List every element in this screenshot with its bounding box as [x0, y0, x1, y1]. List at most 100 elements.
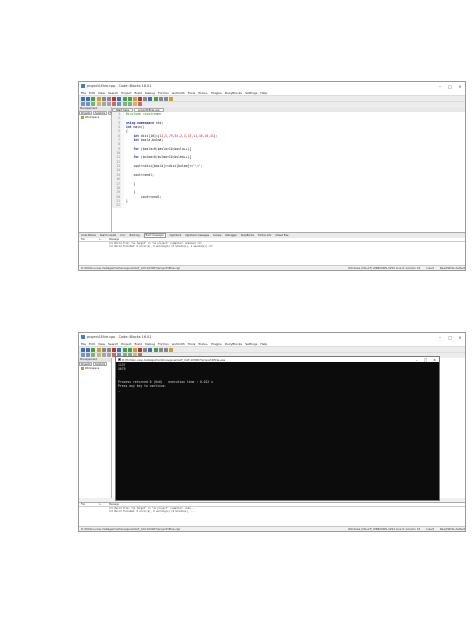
toolbar-button-icon[interactable]: [148, 347, 153, 352]
toolbar-button-icon[interactable]: [91, 347, 96, 352]
toolbar-button-icon[interactable]: [138, 102, 143, 106]
workspace-node[interactable]: Workspace: [79, 366, 111, 371]
toolbar-button-icon[interactable]: [106, 353, 111, 357]
toolbar-button-icon[interactable]: [96, 102, 101, 106]
toolbar-button-icon[interactable]: [81, 347, 85, 352]
menu-item[interactable]: Settings: [245, 91, 257, 95]
menu-item[interactable]: Search: [108, 91, 118, 95]
toolbar-button-icon[interactable]: [169, 347, 174, 352]
toolbar-button-icon[interactable]: [153, 96, 158, 101]
toolbar-button-icon[interactable]: [91, 102, 96, 106]
menu-item[interactable]: Edit: [89, 342, 95, 346]
toolbar-button-icon[interactable]: [91, 96, 96, 101]
toolbar-button-icon[interactable]: [96, 347, 101, 352]
toolbar-button-icon[interactable]: [158, 347, 163, 352]
toolbar-button-icon[interactable]: [153, 347, 158, 352]
code-editor[interactable]: Start here project1Ekle.cpp 1 2 3 4 5 6 7 8 9 10 1…: [112, 107, 465, 248]
toolbar-button-icon[interactable]: [164, 96, 168, 101]
toolbar-button-icon[interactable]: [86, 353, 91, 357]
toolbar-button-icon[interactable]: [106, 102, 111, 106]
source-code[interactable]: #include <iostream> using namespace std;…: [124, 112, 218, 208]
toolbar-button-icon[interactable]: [143, 96, 148, 101]
log-tab[interactable]: CppCheck messages: [185, 234, 209, 237]
minimize-icon[interactable]: –: [435, 335, 445, 340]
tab-projects[interactable]: Projects: [79, 111, 93, 115]
toolbar-button-icon[interactable]: [112, 347, 117, 352]
toolbar-button-icon[interactable]: [138, 347, 143, 352]
log-tab[interactable]: CppCheck: [170, 234, 182, 237]
tab-projects[interactable]: Projects: [79, 362, 93, 366]
toolbar-button-icon[interactable]: [106, 96, 111, 101]
log-tab[interactable]: Fortran info: [258, 234, 271, 237]
menu-item[interactable]: Project: [121, 342, 131, 346]
console-window[interactable]: D:\Hidden-new-Instalgelmis\Sinavgenel\AL…: [115, 356, 440, 501]
toolbar-button-icon[interactable]: [106, 347, 111, 352]
menu-item[interactable]: Build: [135, 91, 143, 95]
log-tab[interactable]: Cccc: [120, 234, 125, 237]
toolbar-button-icon[interactable]: [81, 96, 85, 101]
toolbar-button-icon[interactable]: [122, 96, 127, 101]
toolbar-button-icon[interactable]: [169, 96, 174, 101]
toolbar-button-icon[interactable]: [81, 102, 85, 106]
log-tab[interactable]: DoxyBlocks: [241, 234, 254, 237]
menu-item[interactable]: Help: [260, 342, 267, 346]
menu-item[interactable]: Settings: [245, 342, 257, 346]
toolbar-button-icon[interactable]: [138, 96, 143, 101]
toolbar-button-icon[interactable]: [132, 96, 137, 101]
tab-symbols[interactable]: Symbols: [92, 362, 108, 366]
toolbar-button-icon[interactable]: [86, 347, 91, 352]
log-tab[interactable]: Build log: [130, 234, 140, 237]
toolbar-button-icon[interactable]: [86, 96, 91, 101]
menu-item[interactable]: Search: [108, 342, 118, 346]
menu-item[interactable]: DoxyBlocks: [225, 342, 242, 346]
close-icon[interactable]: ×: [455, 335, 465, 340]
maximize-icon[interactable]: □: [445, 84, 455, 89]
log-tab[interactable]: Cscope: [213, 234, 221, 237]
toolbar-button-icon[interactable]: [101, 96, 106, 101]
close-icon[interactable]: ×: [455, 84, 465, 89]
menu-item[interactable]: Tools: [188, 342, 195, 346]
menu-item[interactable]: Tools: [188, 91, 195, 95]
menu-item[interactable]: Debug: [145, 342, 155, 346]
code-area[interactable]: 1 2 3 4 5 6 7 8 9 10 11 12 13 14 15 16 17 18 19 20 21 22 #inc…: [112, 112, 465, 208]
maximize-icon[interactable]: □: [421, 358, 430, 362]
toolbar-button-icon[interactable]: [158, 96, 163, 101]
log-tab[interactable]: Search results: [100, 234, 116, 237]
tab-symbols[interactable]: Symbols: [92, 111, 108, 115]
menu-item[interactable]: View: [98, 342, 105, 346]
toolbar-button-icon[interactable]: [143, 347, 148, 352]
menu-item[interactable]: Debug: [145, 91, 155, 95]
toolbar-button-icon[interactable]: [86, 102, 91, 106]
toolbar-button-icon[interactable]: [101, 347, 106, 352]
toolbar-button-icon[interactable]: [164, 347, 168, 352]
menu-item[interactable]: File: [81, 342, 86, 346]
toolbar-button-icon[interactable]: [96, 96, 101, 101]
toolbar-button-icon[interactable]: [117, 102, 122, 106]
toolbar-button-icon[interactable]: [127, 102, 132, 106]
menu-item[interactable]: Plugins: [211, 342, 222, 346]
toolbar-button-icon[interactable]: [117, 347, 122, 352]
menu-item[interactable]: wxSmith: [172, 91, 185, 95]
menu-item[interactable]: Edit: [89, 91, 95, 95]
toolbar-button-icon[interactable]: [96, 353, 101, 357]
toolbar-button-icon[interactable]: [127, 96, 132, 101]
workspace-node[interactable]: Workspace: [79, 115, 111, 120]
code-line[interactable]: [126, 203, 218, 207]
toolbar-button-icon[interactable]: [112, 96, 117, 101]
toolbar-button-icon[interactable]: [132, 347, 137, 352]
menu-item[interactable]: DoxyBlocks: [225, 91, 242, 95]
log-tab[interactable]: Build messages: [143, 233, 166, 238]
menu-item[interactable]: File: [81, 91, 86, 95]
menu-item[interactable]: View: [98, 91, 105, 95]
menu-item[interactable]: Tools+: [198, 342, 208, 346]
toolbar-button-icon[interactable]: [91, 353, 96, 357]
log-tab[interactable]: Code::Blocks: [81, 234, 96, 237]
minimize-icon[interactable]: –: [412, 358, 421, 362]
toolbar-button-icon[interactable]: [127, 347, 132, 352]
toolbar-button-icon[interactable]: [132, 102, 137, 106]
toolbar-button-icon[interactable]: [101, 102, 106, 106]
log-tab[interactable]: Debugger: [225, 234, 236, 237]
toolbar-button-icon[interactable]: [148, 96, 153, 101]
menu-item[interactable]: Fortran: [158, 342, 169, 346]
minimize-icon[interactable]: –: [435, 84, 445, 89]
